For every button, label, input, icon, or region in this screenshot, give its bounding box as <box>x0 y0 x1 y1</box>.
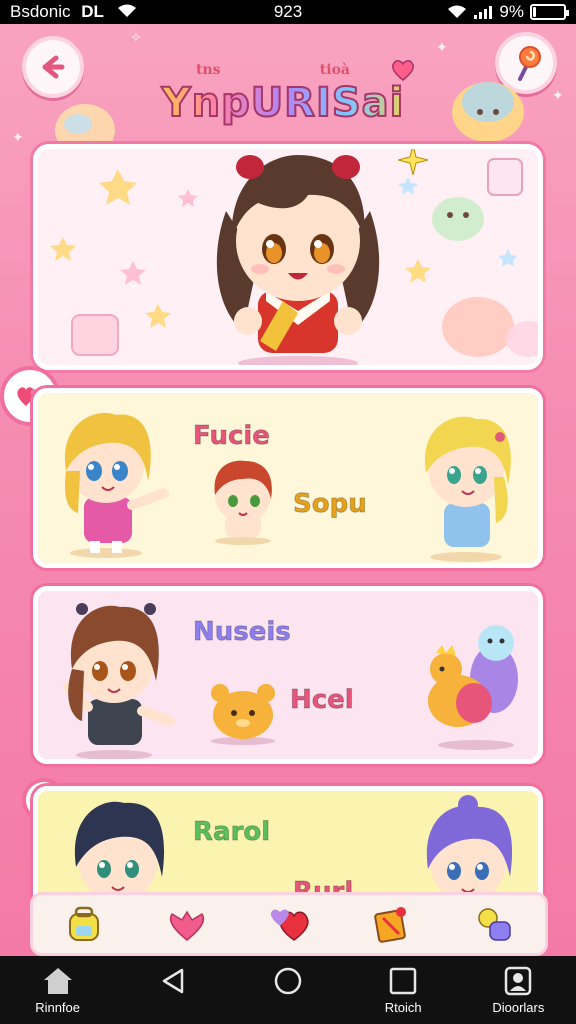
nav-profile[interactable]: Dioorlars <box>468 966 568 1015</box>
person-icon <box>505 966 532 996</box>
dragon-and-cat-illustration <box>428 625 518 750</box>
tab-backpack[interactable] <box>60 900 108 948</box>
recent-square-icon <box>389 967 417 995</box>
tab-hearts[interactable] <box>265 900 313 948</box>
candy-icon <box>478 908 511 941</box>
sparkle-icon: ✦ <box>552 88 564 104</box>
home-icon <box>43 968 72 994</box>
nav-home-circle[interactable] <box>238 966 338 996</box>
hearts-icon <box>270 909 309 941</box>
nav-recents[interactable]: Rtoich <box>353 966 453 1015</box>
battery-percent: 9% <box>499 2 524 21</box>
main-character-illustration <box>216 155 380 365</box>
tab-candy[interactable] <box>470 900 518 948</box>
backpack-icon <box>69 906 100 941</box>
nav-home[interactable]: Rinnfoe <box>8 966 108 1015</box>
redhead-chibi-illustration <box>214 460 272 545</box>
nav-profile-label: Dioorlars <box>492 1000 545 1015</box>
tab-gift[interactable] <box>367 900 415 948</box>
card-1-label-a: Fucie <box>193 421 271 452</box>
tab-bow[interactable] <box>163 900 211 948</box>
mascot-blob-icon <box>452 82 524 142</box>
home-circle-icon <box>274 967 302 995</box>
wifi-icon <box>448 5 467 18</box>
sparkle-icon: ✦ <box>436 40 448 56</box>
sparkle-icon <box>398 149 428 175</box>
gift-icon <box>374 907 407 943</box>
orange-bear-illustration <box>211 684 275 745</box>
card-3-label-a: Rarol <box>192 817 271 848</box>
status-bar: Bsdonic DL 923 9% <box>0 0 576 24</box>
blonde-girl-illustration <box>64 412 169 558</box>
nav-recents-label: Rtoich <box>384 1000 422 1015</box>
logo-subtext-right: tioà <box>319 62 350 78</box>
app-logo: tns tioà YnpURISai <box>150 60 416 134</box>
card-2-label-a: Nuseis <box>193 617 292 648</box>
signal-icon <box>474 6 493 19</box>
back-triangle-icon <box>162 968 184 994</box>
logo-subtext-left: tns <box>196 62 221 78</box>
hero-card[interactable] <box>33 144 543 370</box>
back-button[interactable] <box>22 36 84 98</box>
logo-title: YnpURISai <box>150 79 416 127</box>
heart-icon <box>391 60 415 81</box>
app-tab-strip <box>30 892 548 956</box>
sparkle-icon: ✧ <box>130 30 142 46</box>
bow-icon <box>169 910 204 941</box>
brunette-girl-illustration <box>63 603 175 759</box>
app-screen: ✦ ✦ ✧ ✦ tns tioà YnpURISai Fucie Sopu Nu… <box>0 24 576 956</box>
system-nav-bar: Rinnfoe Rtoich Dioorlars <box>0 956 576 1024</box>
card-2-label-b: Hcel <box>290 685 355 716</box>
battery-icon <box>530 4 569 20</box>
character-card-2[interactable]: Nuseis Hcel <box>33 586 543 764</box>
card-1-label-b: Sopu <box>293 489 368 520</box>
nav-back[interactable] <box>123 966 223 996</box>
nav-home-label: Rinnfoe <box>35 1000 80 1015</box>
character-card-1[interactable]: Fucie Sopu <box>33 388 543 568</box>
arrow-back-icon <box>42 55 65 79</box>
status-right: 9% <box>447 2 569 22</box>
sparkle-icon: ✦ <box>12 130 24 146</box>
blonde-blue-dress-girl-illustration <box>424 416 511 562</box>
